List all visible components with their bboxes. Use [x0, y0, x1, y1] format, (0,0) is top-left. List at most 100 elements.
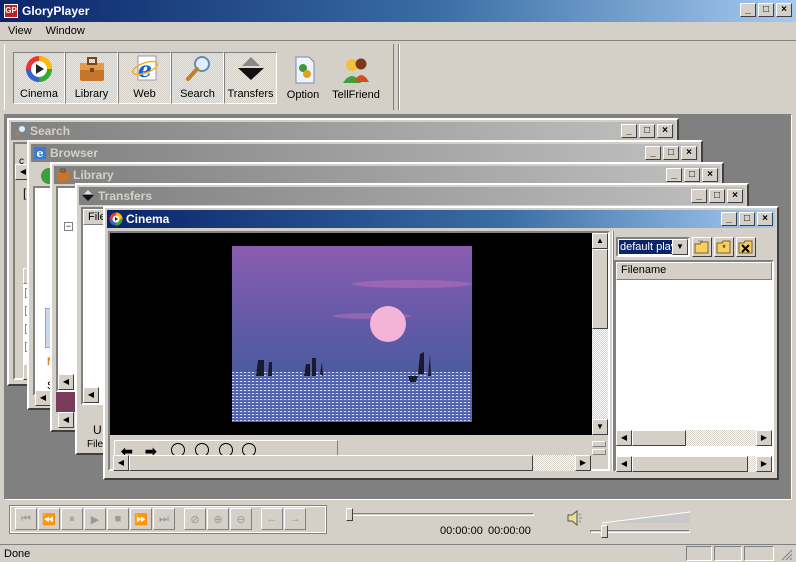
video-scroll-up-button[interactable]: ▲: [592, 233, 608, 249]
speaker-icon[interactable]: [566, 509, 584, 527]
pause-icon: ⏸: [69, 512, 75, 525]
cinema-icon: [109, 212, 123, 226]
chevron-down-icon[interactable]: ▼: [672, 239, 688, 255]
seek-slider-track[interactable]: [346, 513, 534, 516]
play-button[interactable]: ▶: [84, 508, 106, 530]
library-minimize-button[interactable]: _: [666, 168, 682, 182]
volume-slider-thumb[interactable]: [601, 525, 609, 538]
zoom-out-icon: ⊖: [236, 513, 246, 526]
video-scroll-down-button[interactable]: ▼: [592, 419, 608, 435]
transfers-icon: [237, 57, 264, 80]
toolbar-cinema-button[interactable]: Cinema: [13, 52, 65, 104]
video-display[interactable]: [110, 233, 608, 435]
search-close-button[interactable]: ×: [657, 124, 673, 138]
new-playlist-icon: *: [716, 240, 731, 254]
transfers-partial-text: File: [87, 439, 104, 450]
transfers-partial-text: U: [93, 423, 102, 437]
delete-playlist-button[interactable]: [736, 237, 756, 257]
video-frame: [232, 246, 472, 422]
cinema-window-title-bar[interactable]: Cinema _ □ ×: [107, 210, 775, 228]
tree-collapse-toggle[interactable]: −: [64, 222, 73, 231]
toolbar-search-button[interactable]: Search: [171, 52, 224, 104]
svg-text:e: e: [138, 57, 152, 83]
playlist-scroll-left-button[interactable]: ◀: [616, 456, 632, 472]
menu-window[interactable]: Window: [38, 25, 91, 37]
open-folder-icon: [694, 240, 709, 254]
video-vscrollbar-thumb[interactable]: [592, 249, 608, 329]
cinema-minimize-button[interactable]: _: [721, 212, 737, 226]
back-button[interactable]: ←: [261, 508, 283, 530]
transfers-close-button[interactable]: ×: [727, 189, 743, 203]
library-close-button[interactable]: ×: [702, 168, 718, 182]
stop-icon: ■: [114, 513, 122, 525]
library-maximize-button[interactable]: □: [684, 168, 700, 182]
video-nav-toolbar: ⬅ ➡: [114, 440, 338, 456]
video-hscrollbar-thumb[interactable]: [129, 455, 533, 471]
close-button[interactable]: ×: [776, 3, 792, 17]
scroll-left-button[interactable]: ◀: [58, 412, 74, 428]
cinema-close-button[interactable]: ×: [757, 212, 773, 226]
open-playlist-button[interactable]: [692, 237, 712, 257]
volume-level-indicator: [601, 511, 691, 524]
toolbar-tellfriend-label: TellFriend: [332, 89, 380, 101]
toolbar-web-button[interactable]: e Web: [118, 52, 171, 104]
magnifier-icon: [185, 56, 210, 81]
splitter-grip[interactable]: [592, 449, 606, 455]
transfers-window-title-bar[interactable]: Transfers _ □ ×: [79, 187, 745, 205]
splitter-grip[interactable]: [592, 441, 606, 447]
resize-grip-icon[interactable]: [780, 548, 794, 560]
toolbar-cinema-label: Cinema: [20, 88, 58, 100]
browser-window-title-bar[interactable]: e Browser _ □ ×: [31, 144, 699, 162]
library-window-title: Library: [73, 168, 114, 182]
menu-view[interactable]: View: [0, 25, 38, 37]
search-window-title-bar[interactable]: Search _ □ ×: [11, 122, 675, 140]
minimize-button[interactable]: _: [740, 3, 756, 17]
skip-start-button[interactable]: ⏮: [15, 508, 37, 530]
toolbar-library-button[interactable]: Library: [65, 52, 118, 104]
playlist-select[interactable]: default play ▼: [616, 237, 690, 257]
scroll-left-button[interactable]: ◀: [83, 387, 99, 403]
browser-close-button[interactable]: ×: [681, 146, 697, 160]
playlist-scroll-left-button[interactable]: ◀: [616, 430, 632, 446]
browser-minimize-button[interactable]: _: [645, 146, 661, 160]
video-scroll-right-button[interactable]: ▶: [575, 455, 591, 471]
scroll-left-button[interactable]: ◀: [58, 374, 74, 390]
scroll-left-button[interactable]: ◀: [35, 390, 51, 406]
cinema-maximize-button[interactable]: □: [739, 212, 755, 226]
toolbar-transfers-label: Transfers: [227, 88, 274, 100]
browser-maximize-button[interactable]: □: [663, 146, 679, 160]
search-minimize-button[interactable]: _: [621, 124, 637, 138]
transfers-maximize-button[interactable]: □: [709, 189, 725, 203]
playlist-scroll-right-button[interactable]: ▶: [756, 430, 772, 446]
status-panel: [744, 546, 774, 561]
transfers-minimize-button[interactable]: _: [691, 189, 707, 203]
playlist-hscrollbar2-thumb[interactable]: [632, 456, 748, 472]
toolbar-option-button[interactable]: Option: [278, 52, 328, 104]
video-scroll-left-button[interactable]: ◀: [113, 455, 129, 471]
forward-button[interactable]: →: [284, 508, 306, 530]
toolbar-tellfriend-button[interactable]: TellFriend: [329, 52, 383, 104]
zoom-in-button[interactable]: ⊕: [207, 508, 229, 530]
seek-slider-thumb[interactable]: [346, 508, 353, 521]
toolbar-transfers-button[interactable]: Transfers: [224, 52, 277, 104]
filename-column-header[interactable]: Filename: [616, 262, 772, 280]
skip-end-button[interactable]: ⏭: [153, 508, 175, 530]
option-icon: [295, 56, 315, 84]
zoom-reset-button[interactable]: ⊘: [184, 508, 206, 530]
app-title-bar[interactable]: GP GloryPlayer _ □ ×: [0, 0, 796, 22]
forward-icon: →: [289, 513, 301, 525]
playlist-hscrollbar-thumb[interactable]: [632, 430, 686, 446]
zoom-out-button[interactable]: ⊖: [230, 508, 252, 530]
status-text: Done: [4, 548, 31, 560]
maximize-button[interactable]: □: [758, 3, 774, 17]
library-window-title-bar[interactable]: Library _ □ ×: [54, 166, 720, 184]
new-playlist-button[interactable]: *: [714, 237, 734, 257]
rewind-button[interactable]: ⏪: [38, 508, 60, 530]
search-maximize-button[interactable]: □: [639, 124, 655, 138]
fast-forward-button[interactable]: ⏩: [130, 508, 152, 530]
stop-button[interactable]: ■: [107, 508, 129, 530]
search-window-title: Search: [30, 124, 71, 138]
zoom-in-icon: ⊕: [213, 513, 223, 526]
playlist-scroll-right-button[interactable]: ▶: [756, 456, 772, 472]
pause-button[interactable]: ⏸: [61, 508, 83, 530]
